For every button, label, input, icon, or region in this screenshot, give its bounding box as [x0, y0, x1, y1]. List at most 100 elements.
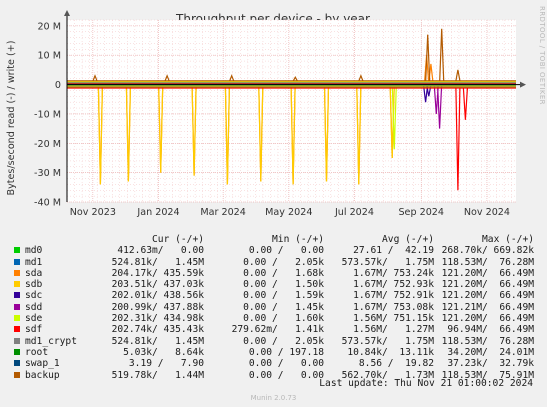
legend-cur: 202.74k/ 435.43k: [111, 324, 204, 336]
legend-row: swap_1 3.19 / 7.90 0.00 / 0.00 8.56 / 19.82…: [14, 358, 534, 369]
legend-swatch: [14, 348, 20, 355]
legend-avg: 8.56 / 19.82: [358, 358, 434, 370]
x-tick-label: Nov 2023: [70, 207, 116, 218]
legend-swatch: [14, 337, 20, 344]
legend-cur: 200.99k/ 437.88k: [111, 301, 204, 313]
throughput-chart: Throughput per device - by year Bytes/se…: [6, 10, 526, 218]
y-tick-label: 0: [55, 80, 61, 91]
x-tick-label: Sep 2024: [398, 207, 444, 218]
legend-name: swap_1: [25, 358, 60, 370]
legend-cur: 203.51k/ 437.03k: [111, 279, 204, 291]
legend-row: sdf 202.74k/ 435.43k 279.62m/ 1.41k 1.56M/ …: [14, 324, 534, 335]
legend-min: 279.62m/ 1.41k: [231, 324, 324, 336]
x-tick-label: Mar 2024: [200, 207, 246, 218]
legend-cur: 204.17k/ 435.59k: [111, 267, 204, 279]
legend-row: sdc 202.01k/ 438.56k 0.00 / 1.59k 1.67M/ 75…: [14, 290, 534, 301]
y-tick-label: -40 M: [34, 198, 61, 209]
legend-min: 0.00 / 1.59k: [243, 290, 324, 302]
legend-min: 0.00 / 2.05k: [243, 256, 324, 268]
legend-header-min: Min (-/+): [272, 234, 324, 245]
legend-row: md0 412.63m/ 0.00 0.00 / 0.00 27.61 / 42.19…: [14, 245, 534, 256]
legend-swatch: [14, 360, 20, 367]
legend-name: md1_crypt: [25, 335, 77, 347]
legend-name: sdd: [25, 301, 43, 313]
y-tick-label: -20 M: [34, 139, 61, 150]
legend-swatch: [14, 281, 20, 288]
legend-min: 0.00 / 1.50k: [243, 279, 324, 291]
legend-avg: 1.67M/ 753.08k: [353, 301, 434, 313]
legend-name: md1: [25, 256, 43, 268]
legend-cur: 3.19 / 7.90: [128, 358, 204, 370]
legend-header-avg: Avg (-/+): [382, 234, 434, 245]
legend-avg: 10.84k/ 13.11k: [347, 346, 434, 358]
legend-avg: 1.56M/ 1.27M: [353, 324, 434, 336]
legend-row: sdd 200.99k/ 437.88k 0.00 / 1.45k 1.67M/ 75…: [14, 302, 534, 313]
x-tick-label: May 2024: [265, 207, 312, 218]
legend-max: 121.20M/ 66.49M: [441, 313, 534, 325]
rrdtool-credit: RRDTOOL / TOBI OETIKER: [538, 6, 546, 105]
legend-min: 0.00 / 197.18: [248, 346, 324, 358]
legend-name: sdc: [25, 290, 43, 302]
legend-header-cur: Cur (-/+): [152, 234, 204, 245]
legend-cur: 412.63m/ 0.00: [117, 245, 204, 257]
legend-swatch: [14, 258, 20, 265]
legend-cur: 5.03k/ 8.64k: [123, 346, 204, 358]
legend-name: sda: [25, 267, 43, 279]
legend-avg: 1.67M/ 752.91k: [353, 290, 434, 302]
last-update: Last update: Thu Nov 21 01:00:02 2024: [319, 378, 533, 389]
legend-max: 118.53M/ 76.28M: [441, 256, 534, 268]
legend-max: 268.70k/ 669.82k: [441, 245, 534, 257]
legend-cur: 519.78k/ 1.44M: [111, 369, 204, 381]
legend-max: 118.53M/ 76.28M: [441, 335, 534, 347]
legend-name: sde: [25, 313, 43, 325]
legend-max: 96.94M/ 66.49M: [447, 324, 534, 336]
legend-row: backup 519.78k/ 1.44M 0.00 / 0.00 562.70k/ …: [14, 370, 534, 381]
legend-max: 34.20M/ 24.01M: [447, 346, 534, 358]
y-tick-label: 20 M: [37, 21, 61, 32]
legend-avg: 27.61 / 42.19: [353, 245, 434, 257]
legend: Cur (-/+) Min (-/+) Avg (-/+) Max (-/+) …: [14, 234, 534, 381]
legend-min: 0.00 / 1.68k: [243, 267, 324, 279]
legend-rows: md0 412.63m/ 0.00 0.00 / 0.00 27.61 / 42.19…: [14, 245, 534, 381]
legend-row: root 5.03k/ 8.64k 0.00 / 197.18 10.84k/ 13.…: [14, 347, 534, 358]
legend-max: 121.20M/ 66.49M: [441, 290, 534, 302]
legend-min: 0.00 / 1.60k: [243, 313, 324, 325]
legend-avg: 1.56M/ 751.15k: [353, 313, 434, 325]
legend-avg: 1.67M/ 752.93k: [353, 279, 434, 291]
legend-min: 0.00 / 0.00: [248, 358, 324, 370]
legend-avg: 573.57k/ 1.75M: [341, 256, 434, 268]
munin-footer: Munin 2.0.73: [250, 394, 297, 402]
legend-min: 0.00 / 0.00: [248, 369, 324, 381]
legend-row: sda 204.17k/ 435.59k 0.00 / 1.68k 1.67M/ 75…: [14, 268, 534, 279]
legend-avg: 1.67M/ 753.24k: [353, 267, 434, 279]
legend-name: md0: [25, 245, 43, 257]
legend-max: 37.23k/ 32.79k: [447, 358, 534, 370]
legend-swatch: [14, 269, 20, 276]
legend-cur: 202.31k/ 434.98k: [111, 313, 204, 325]
legend-swatch: [14, 371, 20, 378]
legend-min: 0.00 / 1.45k: [243, 301, 324, 313]
y-tick-label: -10 M: [34, 109, 61, 120]
x-tick-label: Nov 2024: [464, 207, 510, 218]
legend-name: sdb: [25, 279, 43, 291]
legend-max: 121.21M/ 66.49M: [441, 301, 534, 313]
legend-row: sdb 203.51k/ 437.03k 0.00 / 1.50k 1.67M/ 75…: [14, 279, 534, 290]
legend-row: sde 202.31k/ 434.98k 0.00 / 1.60k 1.56M/ 75…: [14, 313, 534, 324]
legend-swatch: [14, 303, 20, 310]
legend-name: sdf: [25, 324, 43, 336]
legend-header-max: Max (-/+): [482, 234, 534, 245]
legend-min: 0.00 / 0.00: [248, 245, 324, 257]
legend-swatch: [14, 326, 20, 333]
legend-row: md1_crypt 524.81k/ 1.45M 0.00 / 2.05k 573.5…: [14, 336, 534, 347]
legend-name: backup: [25, 369, 60, 381]
legend-cur: 202.01k/ 438.56k: [111, 290, 204, 302]
legend-header: Cur (-/+) Min (-/+) Avg (-/+) Max (-/+): [14, 234, 534, 245]
legend-cur: 524.81k/ 1.45M: [111, 256, 204, 268]
legend-row: md1 524.81k/ 1.45M 0.00 / 2.05k 573.57k/ 1.…: [14, 257, 534, 268]
legend-max: 121.20M/ 66.49M: [441, 279, 534, 291]
legend-swatch: [14, 292, 20, 299]
x-tick-label: Jul 2024: [334, 207, 374, 218]
legend-avg: 573.57k/ 1.75M: [341, 335, 434, 347]
legend-min: 0.00 / 2.05k: [243, 335, 324, 347]
x-tick-label: Jan 2024: [136, 207, 179, 218]
